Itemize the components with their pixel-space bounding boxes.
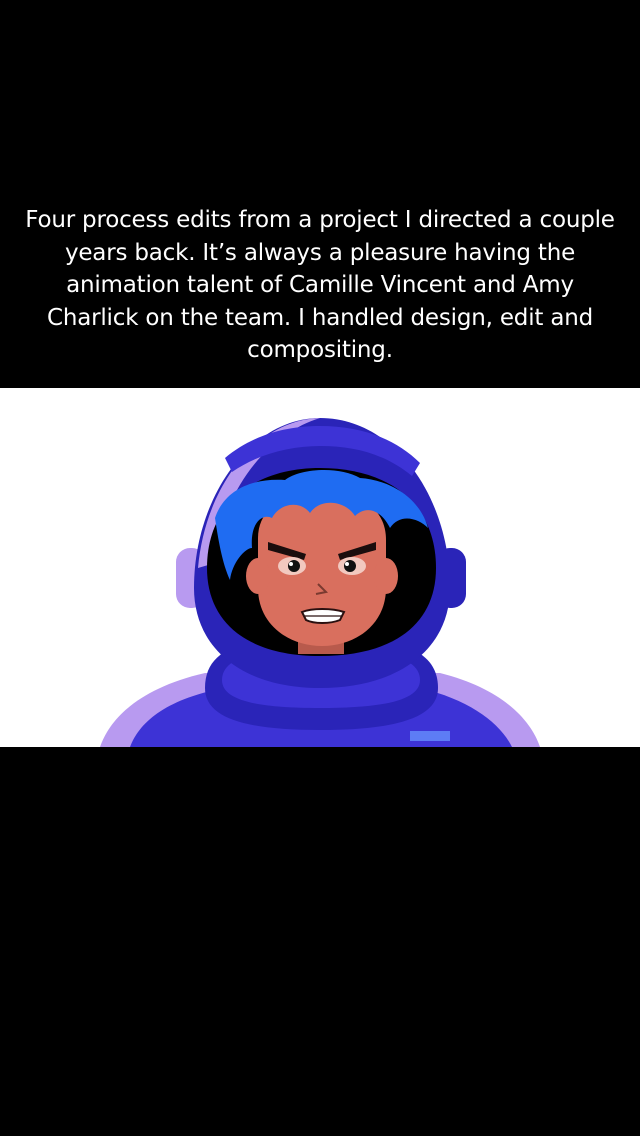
right-eye-glint (345, 562, 349, 566)
video-frame[interactable] (0, 388, 640, 747)
left-eye-glint (289, 562, 293, 566)
video-screen: Four process edits from a project I dire… (0, 0, 640, 1136)
suit-chest-patch (410, 731, 450, 741)
bottom-black-area (0, 747, 640, 1136)
left-ear (246, 558, 270, 594)
left-pupil (288, 560, 300, 572)
post-caption: Four process edits from a project I dire… (25, 207, 615, 363)
right-pupil (344, 560, 356, 572)
right-ear (374, 558, 398, 594)
astronaut-illustration (100, 418, 540, 747)
